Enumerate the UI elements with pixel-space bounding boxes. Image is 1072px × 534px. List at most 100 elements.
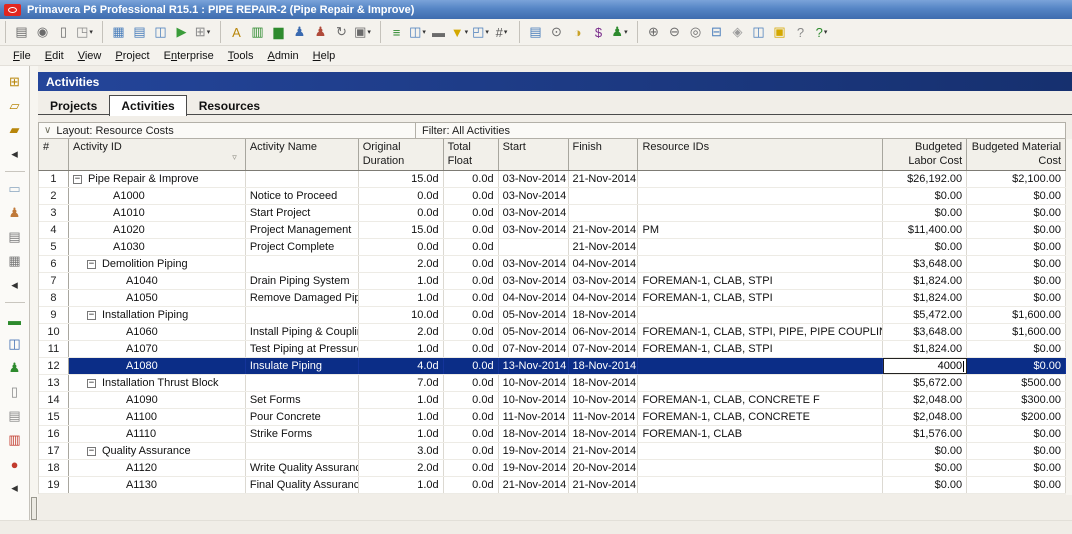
cell-od[interactable]: 1.0d [359, 341, 444, 357]
cell-mat[interactable]: $1,600.00 [967, 307, 1066, 323]
columns-icon[interactable]: ◫▾ [407, 22, 428, 43]
cell-id[interactable]: A1090 [69, 392, 246, 408]
cell-name[interactable]: Project Complete [246, 239, 359, 255]
currency-icon[interactable]: $ [588, 22, 609, 43]
cell-od[interactable]: 3.0d [359, 443, 444, 459]
cell-id[interactable]: A1060 [69, 324, 246, 340]
cell-num[interactable]: 7 [39, 273, 69, 289]
cell-labor[interactable]: $0.00 [883, 460, 967, 476]
cell-od[interactable]: 2.0d [359, 324, 444, 340]
cell-mat[interactable]: $0.00 [967, 256, 1066, 272]
cell-od[interactable]: 4.0d [359, 358, 444, 374]
table-row[interactable]: 6−Demolition Piping2.0d0.0d03-Nov-201404… [39, 256, 1066, 273]
cell-res[interactable] [638, 171, 883, 187]
cell-od[interactable]: 2.0d [359, 256, 444, 272]
cell-tf[interactable]: 0.0d [444, 443, 499, 459]
cell-mat[interactable]: $0.00 [967, 205, 1066, 221]
cell-num[interactable]: 15 [39, 409, 69, 425]
cell-start[interactable] [499, 239, 569, 255]
cell-labor[interactable]: $0.00 [883, 477, 967, 493]
cell-name[interactable] [246, 256, 359, 272]
print-setup-icon[interactable]: ◳▾ [74, 22, 95, 43]
menu-file[interactable]: File [6, 47, 38, 65]
cell-finish[interactable] [569, 205, 639, 221]
cell-res[interactable] [638, 307, 883, 323]
cell-start[interactable]: 07-Nov-2014 [499, 341, 569, 357]
cell-od[interactable]: 1.0d [359, 290, 444, 306]
cell-res[interactable] [638, 460, 883, 476]
collapse-arrow-icon-3[interactable]: ◂ [6, 479, 24, 497]
cell-num[interactable]: 18 [39, 460, 69, 476]
cell-tf[interactable]: 0.0d [444, 409, 499, 425]
cell-id[interactable]: A1100 [69, 409, 246, 425]
cell-start[interactable]: 03-Nov-2014 [499, 222, 569, 238]
cell-id[interactable]: −Installation Thrust Block [69, 375, 246, 391]
column-header-res[interactable]: Resource IDs [638, 139, 883, 170]
cell-tf[interactable]: 0.0d [444, 341, 499, 357]
column-header-mat[interactable]: Budgeted Material Cost [967, 139, 1066, 170]
filter-icon[interactable]: ▼▾ [449, 22, 470, 43]
menu-admin[interactable]: Admin [260, 47, 305, 65]
line-numbers-icon[interactable]: #▾ [491, 22, 512, 43]
cell-labor[interactable]: $26,192.00 [883, 171, 967, 187]
cell-od[interactable]: 15.0d [359, 171, 444, 187]
cell-res[interactable] [638, 375, 883, 391]
cell-res[interactable]: FOREMAN-1, CLAB, STPI, PIPE, PIPE COUPLI… [638, 324, 883, 340]
new-project-icon[interactable]: ⊞ [6, 73, 24, 91]
global-change-icon[interactable]: ◑ [567, 22, 588, 43]
cell-start[interactable]: 04-Nov-2014 [499, 290, 569, 306]
cell-id[interactable]: A1020 [69, 222, 246, 238]
cell-name[interactable]: Strike Forms [246, 426, 359, 442]
cell-num[interactable]: 11 [39, 341, 69, 357]
cell-res[interactable] [638, 443, 883, 459]
column-header-tf[interactable]: Total Float [444, 139, 499, 170]
assignments-window-icon[interactable]: ♟ [6, 359, 24, 377]
issues-window-icon[interactable]: ● [6, 455, 24, 473]
notebook-icon[interactable]: ▣ [769, 22, 790, 43]
tab-resources[interactable]: Resources [187, 95, 272, 116]
cell-finish[interactable]: 03-Nov-2014 [569, 273, 639, 289]
cell-id[interactable]: A1050 [69, 290, 246, 306]
bottom-layout-icon[interactable]: ▬ [428, 22, 449, 43]
zoom-out-icon[interactable]: ⊖ [664, 22, 685, 43]
wbs-window-icon[interactable]: ▬ [6, 311, 24, 329]
cell-id[interactable]: A1000 [69, 188, 246, 204]
cell-mat[interactable]: $0.00 [967, 460, 1066, 476]
cell-labor[interactable]: $0.00 [883, 205, 967, 221]
collapse-arrow-icon[interactable]: ◂ [6, 145, 24, 163]
cell-res[interactable]: FOREMAN-1, CLAB, STPI [638, 290, 883, 306]
table-row[interactable]: 8A1050Remove Damaged Pipir1.0d0.0d04-Nov… [39, 290, 1066, 307]
group-sort-icon[interactable]: ≡ [386, 22, 407, 43]
tab-activities[interactable]: Activities [109, 95, 186, 116]
cell-od[interactable]: 1.0d [359, 409, 444, 425]
cell-labor[interactable]: $0.00 [883, 188, 967, 204]
cell-num[interactable]: 19 [39, 477, 69, 493]
cell-finish[interactable]: 04-Nov-2014 [569, 256, 639, 272]
help-icon[interactable]: ? [790, 22, 811, 43]
cell-num[interactable]: 1 [39, 171, 69, 187]
cell-start[interactable]: 21-Nov-2014 [499, 477, 569, 493]
cost-edit-input[interactable]: 4000 [883, 358, 967, 374]
cell-name[interactable] [246, 307, 359, 323]
cell-od[interactable]: 10.0d [359, 307, 444, 323]
cell-name[interactable]: Install Piping & Coupling: [246, 324, 359, 340]
cell-name[interactable]: Test Piping at Pressure [246, 341, 359, 357]
column-header-name[interactable]: Activity Name [246, 139, 359, 170]
trace-logic-icon[interactable]: ▶ [171, 22, 192, 43]
vertical-scrollbar-track[interactable] [30, 66, 38, 534]
collapse-toggle-icon[interactable]: − [87, 311, 96, 320]
cell-finish[interactable]: 18-Nov-2014 [569, 358, 639, 374]
cell-num[interactable]: 12 [39, 358, 69, 374]
cell-name[interactable]: Write Quality Assurance [246, 460, 359, 476]
layout-selector[interactable]: ∨ Layout: Resource Costs [39, 123, 416, 138]
cell-id[interactable]: A1040 [69, 273, 246, 289]
cell-res[interactable] [638, 188, 883, 204]
cell-finish[interactable]: 04-Nov-2014 [569, 290, 639, 306]
cell-tf[interactable]: 0.0d [444, 290, 499, 306]
column-header-id[interactable]: Activity ID▿ [69, 139, 246, 170]
cell-tf[interactable]: 0.0d [444, 375, 499, 391]
cell-start[interactable]: 05-Nov-2014 [499, 307, 569, 323]
cell-start[interactable]: 11-Nov-2014 [499, 409, 569, 425]
cell-finish[interactable]: 11-Nov-2014 [569, 409, 639, 425]
cell-od[interactable]: 7.0d [359, 375, 444, 391]
